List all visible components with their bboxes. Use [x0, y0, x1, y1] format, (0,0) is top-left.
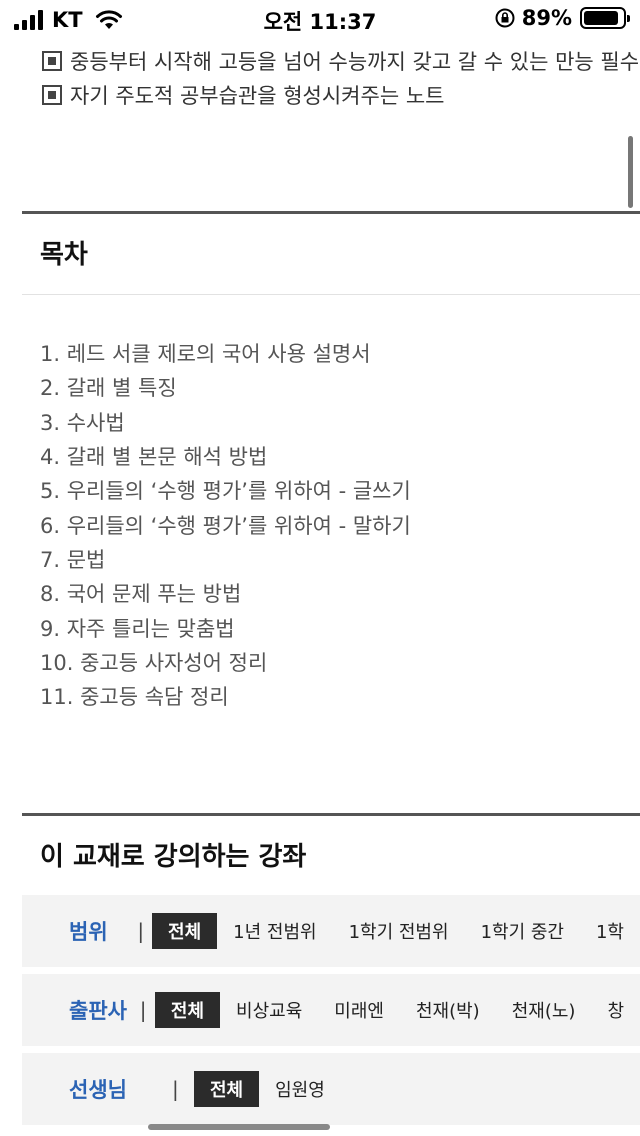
filter-label: 범위	[69, 920, 108, 944]
feature-item: 중등부터 시작해 고등을 넘어 수능까지 갖고 갈 수 있는 만능 필수 노	[42, 44, 640, 78]
toc-item: 1. 레드 서클 제로의 국어 사용 설명서	[40, 342, 371, 367]
filter-row-publisher: 출판사 | 전체 비상교육 미래엔 천재(박) 천재(노) 창	[22, 974, 640, 1046]
square-bullet-icon	[42, 51, 62, 71]
filter-row-teacher: 선생님 | 전체 임원영	[22, 1053, 640, 1125]
home-indicator[interactable]	[148, 1124, 330, 1130]
battery-icon	[580, 7, 630, 29]
filter-separator: |	[172, 1077, 179, 1101]
filter-row-range: 범위 | 전체 1년 전범위 1학기 전범위 1학기 중간 1학	[22, 895, 640, 967]
filter-label: 출판사	[69, 999, 127, 1023]
filter-label: 선생님	[69, 1078, 127, 1102]
filter-chip[interactable]: 비상교육	[220, 992, 318, 1028]
status-right: 89%	[494, 6, 630, 30]
filter-chip[interactable]: 임원영	[259, 1071, 341, 1107]
lectures-title: 이 교재로 강의하는 강좌	[40, 842, 307, 872]
status-bar: KT 오전 11:37 89%	[0, 0, 640, 40]
toc-item: 5. 우리들의 ‘수행 평가’를 위하여 - 글쓰기	[40, 479, 411, 504]
filter-chip[interactable]: 1년 전범위	[217, 913, 332, 949]
filter-separator: |	[137, 919, 145, 943]
toc-list: 1. 레드 서클 제로의 국어 사용 설명서 2. 갈래 별 특징 3. 수사법…	[40, 336, 411, 713]
feature-list: 중등부터 시작해 고등을 넘어 수능까지 갖고 갈 수 있는 만능 필수 노 자…	[42, 44, 640, 112]
battery-percent: 89%	[521, 6, 572, 30]
rotation-lock-icon	[495, 8, 515, 28]
toc-item: 11. 중고등 속담 정리	[40, 685, 229, 710]
scrollbar[interactable]	[628, 136, 633, 208]
toc-item: 7. 문법	[40, 547, 106, 572]
filter-chip[interactable]: 창	[591, 992, 640, 1028]
toc-item: 10. 중고등 사자성어 정리	[40, 650, 268, 675]
filter-chip[interactable]: 천재(박)	[400, 992, 496, 1028]
feature-text: 중등부터 시작해 고등을 넘어 수능까지 갖고 갈 수 있는 만능 필수 노	[70, 50, 640, 74]
toc-item: 3. 수사법	[40, 410, 125, 435]
filter-chip[interactable]: 미래엔	[318, 992, 400, 1028]
filter-chip[interactable]: 천재(노)	[496, 992, 592, 1028]
filter-chip[interactable]: 1학기 전범위	[333, 913, 465, 949]
filter-chip-all[interactable]: 전체	[152, 913, 218, 949]
toc-item: 9. 자주 틀리는 맞춤법	[40, 616, 235, 641]
feature-item: 자기 주도적 공부습관을 형성시켜주는 노트	[42, 78, 640, 112]
filter-chip-all[interactable]: 전체	[194, 1071, 260, 1107]
toc-item: 2. 갈래 별 특징	[40, 376, 177, 401]
toc-item: 8. 국어 문제 푸는 방법	[40, 582, 242, 607]
section-divider	[22, 813, 640, 816]
feature-text: 자기 주도적 공부습관을 형성시켜주는 노트	[70, 84, 445, 108]
toc-item: 4. 갈래 별 본문 해석 방법	[40, 445, 268, 470]
toc-title: 목차	[40, 240, 88, 270]
filter-chip-all[interactable]: 전체	[154, 992, 221, 1028]
filter-chip[interactable]: 1학	[580, 913, 640, 949]
section-divider	[22, 211, 640, 214]
filter-separator: |	[139, 998, 147, 1022]
toc-item: 6. 우리들의 ‘수행 평가’를 위하여 - 말하기	[40, 513, 411, 538]
section-divider	[22, 294, 640, 295]
battery-level	[584, 11, 618, 25]
filter-chip[interactable]: 1학기 중간	[465, 913, 580, 949]
square-bullet-icon	[42, 85, 62, 105]
